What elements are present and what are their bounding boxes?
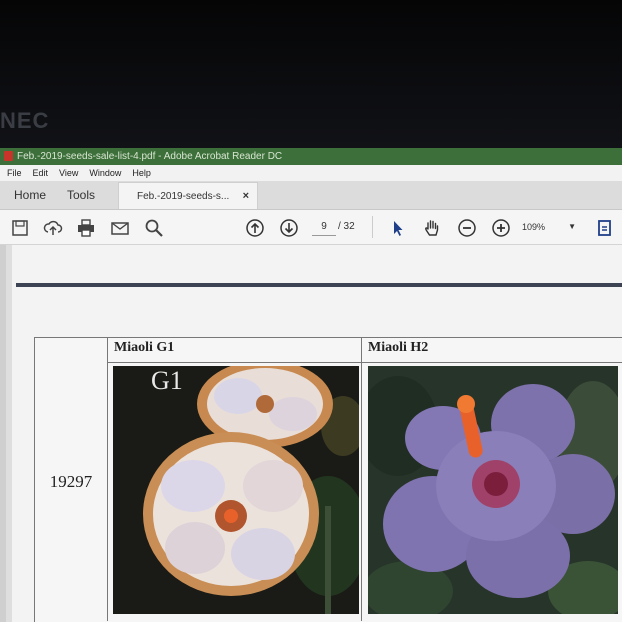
tab-home[interactable]: Home	[14, 181, 46, 209]
page-down-icon[interactable]	[279, 218, 299, 238]
monitor-brand-logo: NEC	[0, 108, 50, 133]
zoom-select[interactable]: 109% ▼	[522, 219, 580, 235]
select-arrow-icon[interactable]	[388, 218, 408, 238]
acrobat-app-icon	[4, 151, 13, 161]
menu-bar: File Edit View Window Help	[0, 165, 622, 181]
tab-tools[interactable]: Tools	[67, 181, 95, 209]
menu-help[interactable]: Help	[132, 168, 151, 178]
upload-icon[interactable]	[43, 218, 63, 238]
table-cell-miaoli-h2: Miaoli H2	[362, 338, 622, 621]
row-id: 19297	[49, 472, 93, 491]
page-up-icon[interactable]	[245, 218, 265, 238]
cell-divider	[108, 362, 361, 363]
save-icon[interactable]	[10, 218, 30, 238]
close-tab-icon[interactable]: ×	[243, 183, 249, 210]
tab-bar: Home Tools Feb.-2019-seeds-s... ×	[0, 181, 622, 210]
monitor-bezel: NEC	[0, 0, 622, 150]
window-title: Feb.-2019-seeds-sale-list-4.pdf - Adobe …	[17, 151, 283, 162]
acrobat-window: Feb.-2019-seeds-sale-list-4.pdf - Adobe …	[0, 148, 622, 622]
fit-page-icon[interactable]	[596, 218, 616, 238]
print-icon[interactable]	[76, 218, 96, 238]
tab-document[interactable]: Feb.-2019-seeds-s... ×	[118, 182, 258, 209]
search-icon[interactable]	[144, 218, 164, 238]
photo-label: G1	[151, 366, 183, 395]
seed-table: 19297 Miaoli G1 G1 Miaoli H2	[34, 337, 622, 622]
tab-document-label: Feb.-2019-seeds-s...	[137, 191, 230, 202]
toolbar-divider	[372, 216, 373, 238]
table-id-cell: 19297	[35, 338, 108, 621]
flower-photo-h2	[368, 366, 618, 614]
pdf-page: 19297 Miaoli G1 G1 Miaoli H2	[12, 245, 622, 622]
zoom-value: 109%	[522, 222, 546, 232]
flower-photo-g1: G1	[113, 366, 359, 614]
page-total: / 32	[338, 221, 355, 232]
menu-window[interactable]: Window	[89, 168, 121, 178]
left-panel-collapsed[interactable]	[0, 245, 6, 622]
cell-title: Miaoli H2	[368, 340, 429, 355]
hand-icon[interactable]	[422, 218, 442, 238]
menu-edit[interactable]: Edit	[33, 168, 49, 178]
cell-divider	[362, 362, 622, 363]
document-area[interactable]: 19297 Miaoli G1 G1 Miaoli H2	[0, 245, 622, 622]
chevron-down-icon: ▼	[568, 222, 576, 231]
table-cell-miaoli-g1: Miaoli G1 G1	[108, 338, 362, 621]
title-bar: Feb.-2019-seeds-sale-list-4.pdf - Adobe …	[0, 148, 622, 165]
menu-file[interactable]: File	[7, 168, 22, 178]
toolbar: 9 / 32 109% ▼	[0, 210, 622, 245]
zoom-out-icon[interactable]	[457, 218, 477, 238]
menu-view[interactable]: View	[59, 168, 78, 178]
header-rule	[16, 283, 622, 287]
page-number-input[interactable]: 9	[312, 219, 336, 236]
cell-title: Miaoli G1	[114, 340, 175, 355]
email-icon[interactable]	[110, 218, 130, 238]
zoom-in-icon[interactable]	[491, 218, 511, 238]
